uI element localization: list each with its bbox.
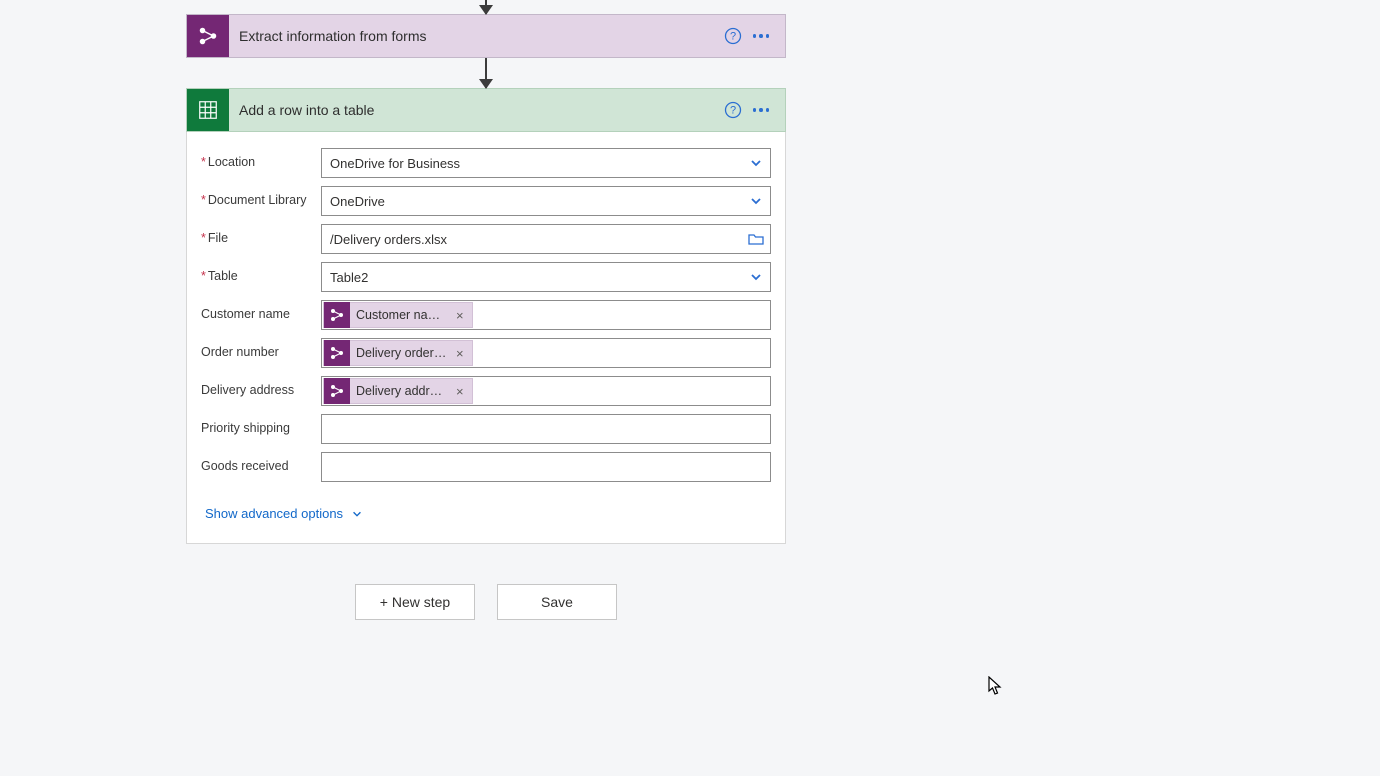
new-step-button[interactable]: + New step	[355, 584, 475, 620]
help-icon[interactable]: ?	[719, 22, 747, 50]
token-address[interactable]: Delivery address value ×	[323, 378, 473, 404]
mouse-cursor	[988, 676, 1004, 696]
folder-icon[interactable]	[748, 231, 764, 247]
label-location: *Location	[201, 148, 321, 169]
chevron-down-icon	[748, 269, 764, 285]
more-menu[interactable]	[747, 22, 775, 50]
label-goods: Goods received	[201, 452, 321, 473]
goods-input[interactable]	[321, 452, 771, 482]
label-order: Order number	[201, 338, 321, 359]
table-select[interactable]: Table2	[321, 262, 771, 292]
ai-builder-icon	[324, 378, 350, 404]
step-extract-forms[interactable]: Extract information from forms ?	[186, 14, 786, 58]
svg-text:?: ?	[730, 105, 736, 117]
ai-builder-icon	[324, 302, 350, 328]
library-select[interactable]: OneDrive	[321, 186, 771, 216]
label-file: *File	[201, 224, 321, 245]
priority-input[interactable]	[321, 414, 771, 444]
step-add-row-header[interactable]: Add a row into a table ?	[186, 88, 786, 132]
save-button[interactable]: Save	[497, 584, 617, 620]
step-title: Add a row into a table	[229, 102, 719, 118]
label-table: *Table	[201, 262, 321, 283]
file-picker[interactable]: /Delivery orders.xlsx	[321, 224, 771, 254]
ai-builder-icon	[324, 340, 350, 366]
chevron-down-icon	[748, 193, 764, 209]
chevron-down-icon	[748, 155, 764, 171]
token-order[interactable]: Delivery order number value ×	[323, 340, 473, 366]
token-customer[interactable]: Customer name value ×	[323, 302, 473, 328]
svg-text:?: ?	[730, 31, 736, 43]
connector-arrow	[485, 58, 487, 88]
label-address: Delivery address	[201, 376, 321, 397]
ai-builder-icon	[187, 15, 229, 57]
address-input[interactable]: Delivery address value ×	[321, 376, 771, 406]
help-icon[interactable]: ?	[719, 96, 747, 124]
step-add-row-body: *Location OneDrive for Business *Documen…	[186, 132, 786, 544]
label-priority: Priority shipping	[201, 414, 321, 435]
more-menu[interactable]	[747, 96, 775, 124]
customer-input[interactable]: Customer name value ×	[321, 300, 771, 330]
connector-arrow	[485, 0, 487, 14]
label-library: *Document Library	[201, 186, 321, 207]
show-advanced-options[interactable]: Show advanced options	[205, 506, 363, 521]
token-remove[interactable]: ×	[456, 384, 464, 399]
token-remove[interactable]: ×	[456, 346, 464, 361]
token-remove[interactable]: ×	[456, 308, 464, 323]
order-input[interactable]: Delivery order number value ×	[321, 338, 771, 368]
label-customer: Customer name	[201, 300, 321, 321]
step-title: Extract information from forms	[229, 28, 719, 44]
location-select[interactable]: OneDrive for Business	[321, 148, 771, 178]
excel-icon	[187, 89, 229, 131]
